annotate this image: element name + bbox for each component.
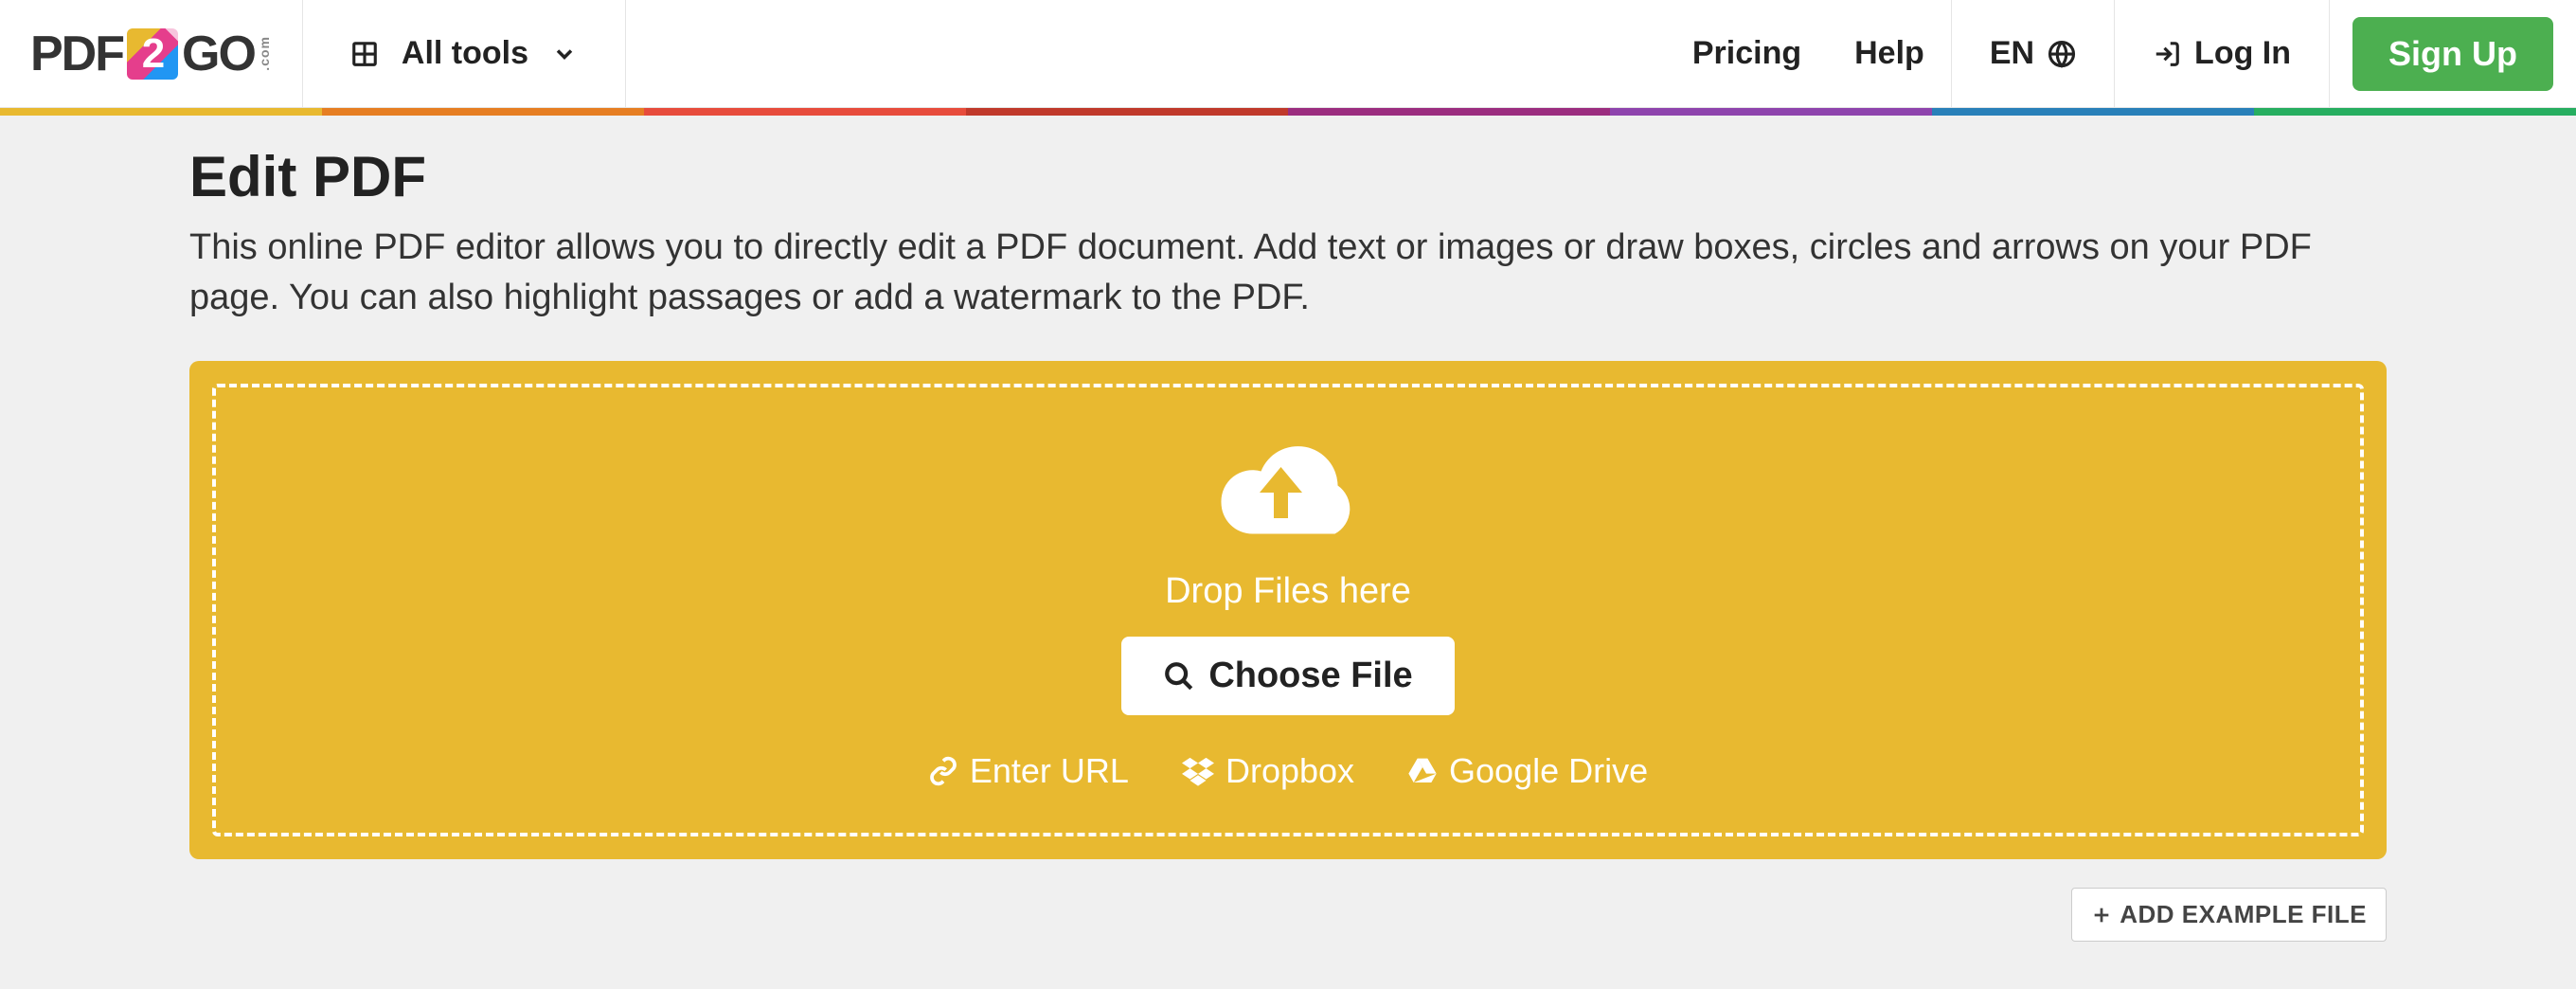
- google-drive-icon: [1407, 756, 1438, 786]
- add-example-file-button[interactable]: ADD EXAMPLE FILE: [2071, 888, 2387, 942]
- choose-file-button[interactable]: Choose File: [1121, 637, 1454, 715]
- grid-icon: [350, 40, 379, 68]
- chevron-down-icon: [551, 41, 578, 67]
- logo-text-pdf: PDF: [30, 26, 123, 82]
- all-tools-menu[interactable]: All tools: [303, 0, 626, 107]
- site-header: PDF 2 GO .com All tools Pricing Help EN: [0, 0, 2576, 108]
- logo-text-com: .com: [257, 36, 272, 71]
- search-icon: [1163, 660, 1195, 692]
- dropbox-option[interactable]: Dropbox: [1182, 751, 1354, 791]
- logo-icon: 2: [127, 28, 178, 80]
- drop-text: Drop Files here: [1165, 571, 1411, 612]
- file-dropzone[interactable]: Drop Files here Choose File Enter URL: [189, 361, 2387, 859]
- nav-help[interactable]: Help: [1828, 0, 1951, 107]
- nav-pricing[interactable]: Pricing: [1666, 0, 1828, 107]
- enter-url-option[interactable]: Enter URL: [928, 751, 1129, 791]
- google-drive-option[interactable]: Google Drive: [1407, 751, 1648, 791]
- language-label: EN: [1990, 35, 2034, 72]
- page-subtitle: This online PDF editor allows you to dir…: [189, 223, 2387, 323]
- page-title: Edit PDF: [189, 144, 2387, 209]
- cloud-upload-icon: [1193, 422, 1383, 564]
- plus-icon: [2091, 905, 2112, 926]
- login-label: Log In: [2194, 35, 2291, 72]
- rainbow-stripe: [0, 108, 2576, 116]
- main-content: Edit PDF This online PDF editor allows y…: [114, 116, 2462, 942]
- login-button[interactable]: Log In: [2115, 0, 2330, 107]
- source-options: Enter URL Dropbox Google Drive: [928, 751, 1648, 791]
- dropbox-icon: [1182, 755, 1214, 787]
- link-icon: [928, 756, 958, 786]
- logo-text-go: GO: [182, 26, 255, 82]
- language-selector[interactable]: EN: [1951, 0, 2115, 107]
- login-icon: [2153, 40, 2181, 68]
- logo[interactable]: PDF 2 GO .com: [0, 0, 303, 107]
- globe-icon: [2048, 40, 2076, 68]
- signup-button[interactable]: Sign Up: [2352, 17, 2553, 91]
- all-tools-label: All tools: [402, 35, 528, 72]
